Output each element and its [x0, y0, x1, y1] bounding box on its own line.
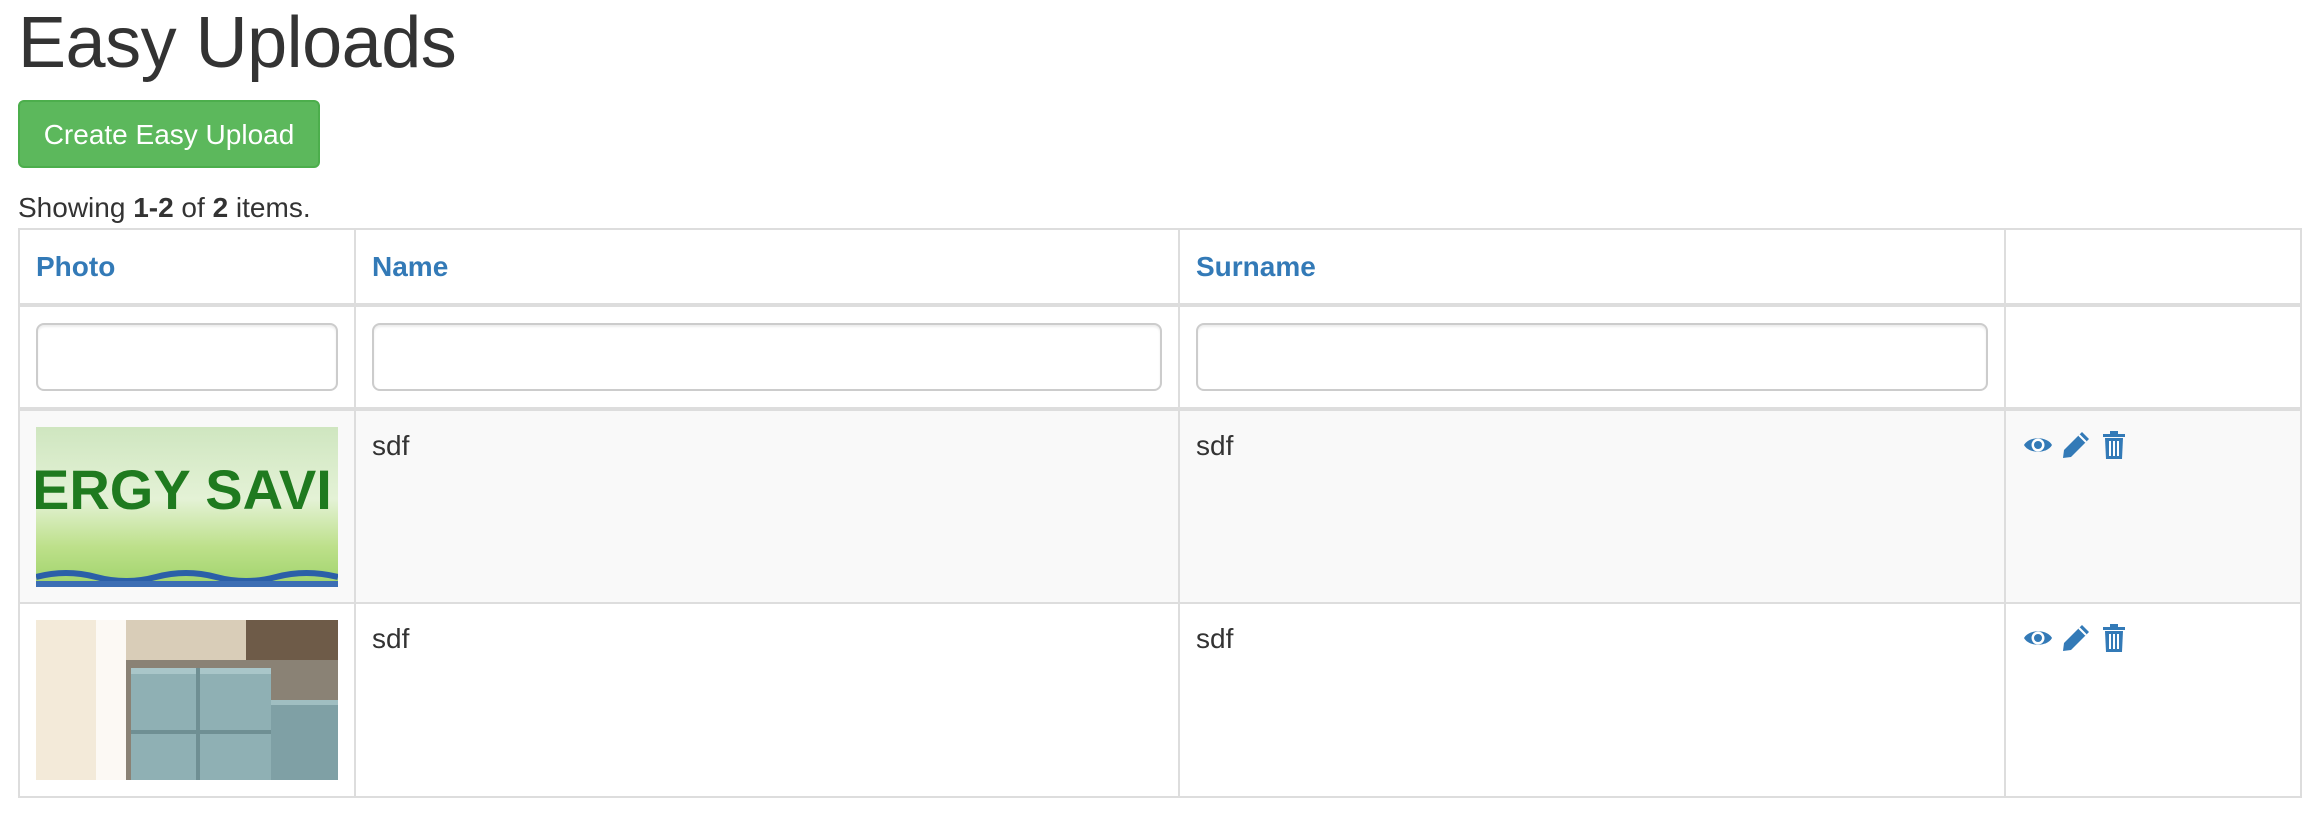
name-cell: sdf	[354, 602, 1180, 798]
sort-photo-link[interactable]: Photo	[36, 251, 115, 282]
page-title: Easy Uploads	[18, 3, 457, 83]
pencil-icon[interactable]	[2060, 429, 2092, 461]
summary-text: Showing 1-2 of 2 items.	[18, 190, 311, 226]
surname-filter-input[interactable]	[1196, 323, 1988, 391]
trash-icon[interactable]	[2098, 429, 2130, 461]
filter-cell-photo	[18, 304, 356, 411]
create-easy-upload-button[interactable]: Create Easy Upload	[18, 100, 320, 168]
table-row: sdf sdf	[18, 602, 2302, 798]
surname-cell: sdf	[1178, 408, 2006, 604]
summary-prefix: Showing	[18, 192, 134, 223]
summary-range: 1-2	[133, 192, 174, 223]
trash-icon[interactable]	[2098, 622, 2130, 654]
photo-thumbnail-furniture	[36, 620, 338, 780]
thumbnail-text: ERGY SAVI	[36, 458, 332, 521]
column-header-photo: Photo	[18, 228, 356, 307]
easy-uploads-table: Photo Name Surname ERGY SAVI sdf sdf sdf…	[18, 228, 2302, 798]
summary-middle: of	[173, 192, 213, 223]
name-filter-input[interactable]	[372, 323, 1162, 391]
photo-thumbnail-energy-saving: ERGY SAVI	[36, 427, 338, 587]
actions-cell	[2004, 408, 2302, 604]
table-filter-row	[18, 304, 2302, 411]
column-header-name: Name	[354, 228, 1180, 307]
page: Easy Uploads Create Easy Upload Showing …	[0, 0, 2320, 814]
table-row: ERGY SAVI sdf sdf	[18, 408, 2302, 604]
photo-cell: ERGY SAVI	[18, 408, 356, 604]
surname-cell: sdf	[1178, 602, 2006, 798]
summary-total: 2	[212, 192, 229, 223]
column-header-surname: Surname	[1178, 228, 2006, 307]
sort-name-link[interactable]: Name	[372, 251, 448, 282]
name-cell: sdf	[354, 408, 1180, 604]
eye-icon[interactable]	[2022, 622, 2054, 654]
filter-cell-surname	[1178, 304, 2006, 411]
column-header-actions	[2004, 228, 2302, 307]
summary-suffix: items.	[228, 192, 311, 223]
actions-cell	[2004, 602, 2302, 798]
photo-cell	[18, 602, 356, 798]
photo-filter-input[interactable]	[36, 323, 338, 391]
filter-cell-name	[354, 304, 1180, 411]
pencil-icon[interactable]	[2060, 622, 2092, 654]
sort-surname-link[interactable]: Surname	[1196, 251, 1316, 282]
table-header-row: Photo Name Surname	[18, 228, 2302, 307]
eye-icon[interactable]	[2022, 429, 2054, 461]
filter-cell-actions	[2004, 304, 2302, 411]
